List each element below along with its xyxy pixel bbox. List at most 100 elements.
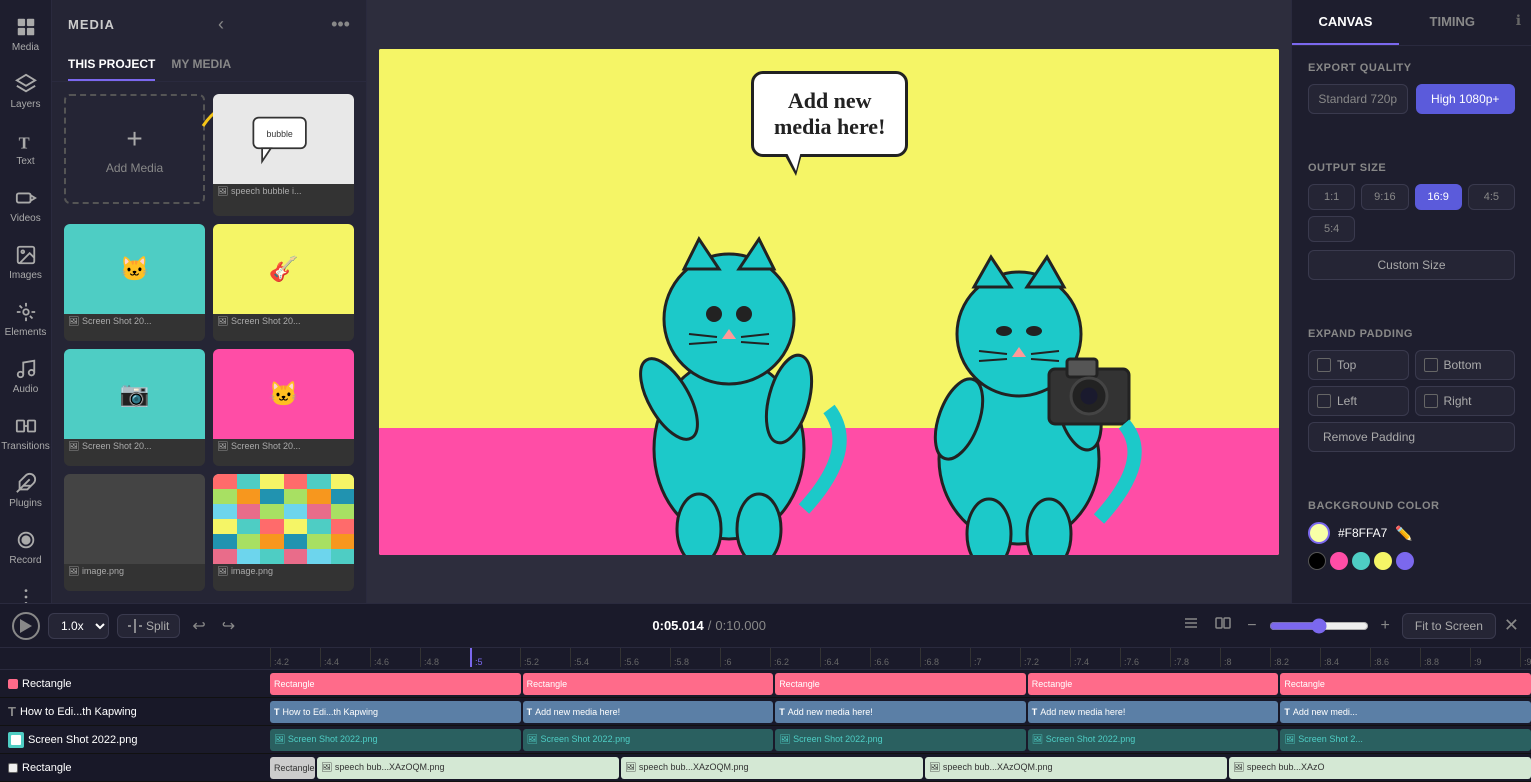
- text-type-icon: T: [779, 707, 785, 717]
- expand-right-button[interactable]: Right: [1415, 386, 1516, 416]
- ruler-mark: :4.6: [370, 648, 420, 667]
- track-image-item[interactable]: 🖼 Screen Shot 2022.png: [775, 729, 1026, 751]
- zoom-in-button[interactable]: +: [1377, 613, 1394, 639]
- track-text-item[interactable]: THow to Edi...th Kapwing: [270, 701, 521, 723]
- sidebar-item-transitions[interactable]: Transitions: [2, 407, 50, 460]
- media-panel-more-button[interactable]: •••: [331, 14, 350, 35]
- track-label-rect: Rectangle: [0, 678, 270, 690]
- track-speech-item[interactable]: 🖼 speech bub...XAzOQM.png: [621, 757, 923, 779]
- expand-left-label: Left: [1337, 394, 1357, 408]
- zoom-slider[interactable]: [1269, 618, 1369, 634]
- sidebar-item-record[interactable]: Record: [2, 521, 50, 574]
- media-panel-close-button[interactable]: ‹: [218, 14, 224, 35]
- media-item-screenshot-3[interactable]: 📷 🖼 Screen Shot 20...: [64, 349, 205, 466]
- expand-left-button[interactable]: Left: [1308, 386, 1409, 416]
- size-4-5[interactable]: 4:5: [1468, 184, 1515, 210]
- quality-standard[interactable]: Standard 720p: [1308, 84, 1408, 114]
- track-color-speech: [8, 763, 18, 773]
- sidebar-item-elements[interactable]: Elements: [2, 293, 50, 346]
- track-image-item[interactable]: 🖼 Screen Shot 2...: [1280, 729, 1531, 751]
- track-speech-rect[interactable]: Rectangle: [270, 757, 315, 779]
- preset-pink[interactable]: [1330, 552, 1348, 570]
- preset-teal[interactable]: [1352, 552, 1370, 570]
- add-media-button[interactable]: + Add Media: [64, 94, 205, 204]
- track-rect-item[interactable]: Rectangle: [270, 673, 521, 695]
- canvas-area: Add newmedia here!: [367, 0, 1291, 603]
- track-text-item[interactable]: TAdd new media here!: [1028, 701, 1279, 723]
- track-row-rect: Rectangle Rectangle Rectangle Rectangle …: [0, 670, 1531, 698]
- tab-canvas[interactable]: CANVAS: [1292, 0, 1399, 45]
- sidebar-item-more[interactable]: More: [2, 578, 50, 603]
- media-item-screenshot-2[interactable]: 🎸 🖼 Screen Shot 20...: [213, 224, 354, 341]
- preset-black[interactable]: [1308, 552, 1326, 570]
- track-rect-item[interactable]: Rectangle: [523, 673, 774, 695]
- tab-this-project[interactable]: THIS PROJECT: [68, 49, 155, 81]
- right-panel: CANVAS TIMING ℹ EXPORT QUALITY Standard …: [1291, 0, 1531, 603]
- ruler-mark: :4.8: [420, 648, 470, 667]
- redo-button[interactable]: ↪: [218, 612, 239, 640]
- media-item-label-2: 🖼 Screen Shot 20...: [213, 314, 354, 329]
- ruler-mark: :9.2: [1520, 648, 1531, 667]
- media-item-image-1[interactable]: 🖼 image.png: [64, 474, 205, 591]
- track-rect-item[interactable]: Rectangle: [775, 673, 1026, 695]
- track-rect-item[interactable]: Rectangle: [1028, 673, 1279, 695]
- track-speech-item[interactable]: 🖼 speech bub...XAzO: [1229, 757, 1531, 779]
- track-image-item[interactable]: 🖼 Screen Shot 2022.png: [270, 729, 521, 751]
- expand-bottom-button[interactable]: Bottom: [1415, 350, 1516, 380]
- track-text-item[interactable]: TAdd new medi...: [1280, 701, 1531, 723]
- snap-button[interactable]: [1179, 611, 1203, 640]
- speech-bubble-text: Add newmedia here!: [774, 88, 885, 139]
- ruler-mark: :7.2: [1020, 648, 1070, 667]
- bottom-checkbox: [1424, 358, 1438, 372]
- split-label: Split: [146, 619, 169, 633]
- track-speech-item[interactable]: 🖼 speech bub...XAzOQM.png: [317, 757, 619, 779]
- bg-color-edit-icon[interactable]: ✏️: [1395, 525, 1412, 542]
- size-1-1[interactable]: 1:1: [1308, 184, 1355, 210]
- media-item-screenshot-1[interactable]: 🐱 🖼 Screen Shot 20...: [64, 224, 205, 341]
- close-timeline-button[interactable]: ✕: [1504, 615, 1519, 636]
- expand-top-button[interactable]: Top: [1308, 350, 1409, 380]
- track-image-item[interactable]: 🖼 Screen Shot 2022.png: [1028, 729, 1279, 751]
- custom-size-button[interactable]: Custom Size: [1308, 250, 1515, 280]
- track-rect-item[interactable]: Rectangle: [1280, 673, 1531, 695]
- preset-yellow[interactable]: [1374, 552, 1392, 570]
- sidebar-item-videos[interactable]: Videos: [2, 179, 50, 232]
- media-panel-header: MEDIA ‹ •••: [52, 0, 366, 49]
- size-5-4[interactable]: 5:4: [1308, 216, 1355, 242]
- sidebar-item-media[interactable]: Media: [2, 8, 50, 61]
- tab-timing[interactable]: TIMING: [1399, 0, 1506, 45]
- split-view-button[interactable]: [1211, 611, 1235, 640]
- timeline-ruler: :4.2 :4.4 :4.6 :4.8 :5 :5.2 :5.4 :5.6 :5…: [0, 648, 1531, 670]
- tab-my-media[interactable]: MY MEDIA: [171, 49, 231, 81]
- expand-top-label: Top: [1337, 358, 1356, 372]
- track-text-item[interactable]: TAdd new media here!: [523, 701, 774, 723]
- undo-button[interactable]: ↩: [188, 612, 209, 640]
- sidebar-item-audio[interactable]: Audio: [2, 350, 50, 403]
- sidebar-item-layers[interactable]: Layers: [2, 65, 50, 118]
- timeline: 1.0x Split ↩ ↪ 0:05.014 / 0:10.000 − + F…: [0, 603, 1531, 782]
- fit-to-screen-button[interactable]: Fit to Screen: [1402, 613, 1496, 639]
- zoom-out-button[interactable]: −: [1243, 613, 1260, 639]
- media-item-screenshot-4[interactable]: 🐱 🖼 Screen Shot 20...: [213, 349, 354, 466]
- track-text-item[interactable]: TAdd new media here!: [775, 701, 1026, 723]
- split-button[interactable]: Split: [117, 614, 180, 638]
- sidebar-item-plugins[interactable]: Plugins: [2, 464, 50, 517]
- size-9-16[interactable]: 9:16: [1361, 184, 1408, 210]
- bg-color-current-swatch[interactable]: [1308, 522, 1330, 544]
- track-image-item[interactable]: 🖼 Screen Shot 2022.png: [523, 729, 774, 751]
- size-16-9[interactable]: 16:9: [1415, 184, 1462, 210]
- media-item-speech-bubble[interactable]: bubble 🖼 speech bubble i...: [213, 94, 354, 216]
- media-item-image-2[interactable]: 🖼 image.png: [213, 474, 354, 591]
- remove-padding-button[interactable]: Remove Padding: [1308, 422, 1515, 452]
- track-speech-item[interactable]: 🖼 speech bub...XAzOQM.png: [925, 757, 1227, 779]
- preset-purple[interactable]: [1396, 552, 1414, 570]
- speed-select[interactable]: 1.0x: [48, 613, 109, 639]
- sidebar-item-images[interactable]: Images: [2, 236, 50, 289]
- ruler-mark: :7.8: [1170, 648, 1220, 667]
- sidebar-item-text[interactable]: T Text: [2, 122, 50, 175]
- top-checkbox: [1317, 358, 1331, 372]
- bg-color-title: BACKGROUND COLOR: [1308, 500, 1515, 512]
- media-grid: + Add Media bubble 🖼 speech bubble i...: [52, 82, 366, 603]
- play-button[interactable]: [12, 612, 40, 640]
- quality-high[interactable]: High 1080p+: [1416, 84, 1516, 114]
